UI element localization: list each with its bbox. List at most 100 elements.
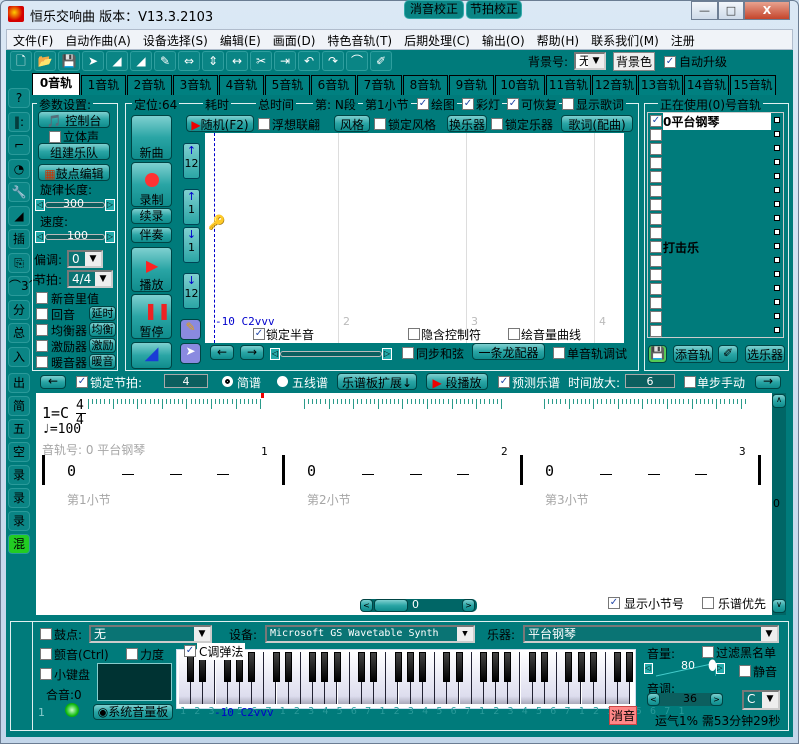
- draw-volume-checkbox[interactable]: [508, 328, 520, 340]
- beat-correct-button[interactable]: 节拍校正: [466, 0, 522, 19]
- shift-down-12-button[interactable]: ↓ 12: [183, 273, 200, 309]
- black-key[interactable]: [333, 652, 341, 682]
- score-vertical-scrollbar[interactable]: ∧ 0 ∨: [772, 393, 786, 615]
- auto-upgrade-checkbox[interactable]: ✓: [664, 56, 676, 68]
- black-key[interactable]: [541, 652, 548, 682]
- expand-score-button[interactable]: 乐谱板扩展↓: [337, 373, 417, 390]
- show-lyrics-checkbox[interactable]: [562, 98, 574, 110]
- slur-button[interactable]: ⌒: [346, 51, 368, 71]
- tab-track-12[interactable]: 12音轨: [592, 75, 637, 95]
- score-left-button[interactable]: ←: [40, 375, 66, 389]
- tab-track-0[interactable]: 0音轨: [32, 73, 80, 95]
- black-key[interactable]: [358, 652, 365, 682]
- sidebar-crescendo-button[interactable]: ◢: [8, 205, 30, 226]
- clear-track-button[interactable]: ✐: [718, 345, 738, 363]
- pitch-slider[interactable]: < 36 >: [647, 692, 723, 706]
- param-button-1[interactable]: 延时: [89, 306, 116, 321]
- black-key[interactable]: [321, 652, 329, 682]
- track-checkbox-15[interactable]: [650, 325, 662, 337]
- black-key[interactable]: [492, 652, 500, 682]
- param-button-3[interactable]: 激励: [89, 338, 116, 353]
- menu-item-6[interactable]: 后期处理(C): [398, 30, 476, 49]
- black-key[interactable]: [577, 652, 585, 682]
- close-button[interactable]: X: [744, 1, 790, 20]
- track-checkbox-7[interactable]: [650, 213, 662, 225]
- mute-correct-button[interactable]: 消音校正: [404, 0, 464, 19]
- filter-blacklist-checkbox[interactable]: [702, 646, 714, 658]
- time-zoom-spinner[interactable]: 6: [625, 374, 675, 388]
- menu-item-1[interactable]: 自动作曲(A): [59, 30, 137, 49]
- build-band-button[interactable]: 组建乐队: [38, 143, 110, 160]
- background-color-button[interactable]: 背景色: [613, 52, 656, 71]
- scroll-right-button[interactable]: >: [462, 599, 475, 612]
- insert-bar-button[interactable]: ⇥: [274, 51, 296, 71]
- param-check-3[interactable]: [36, 340, 48, 352]
- score-right-button[interactable]: →: [755, 375, 781, 389]
- sidebar-paste-button[interactable]: ⎘: [8, 252, 30, 273]
- sync-chord-checkbox[interactable]: [402, 347, 414, 359]
- imagine-checkbox[interactable]: [258, 118, 270, 130]
- red-pen-button[interactable]: ◢: [130, 51, 152, 71]
- track-checkbox-8[interactable]: [650, 227, 662, 239]
- shift-down-1-button[interactable]: ↓ 1: [183, 227, 200, 263]
- lock-style-checkbox[interactable]: [374, 118, 386, 130]
- beat-select[interactable]: 4/4 ▼: [67, 270, 113, 288]
- lock-beat-spinner[interactable]: 4: [164, 374, 208, 388]
- tab-track-7[interactable]: 7音轨: [357, 75, 402, 95]
- sidebar-split-button[interactable]: 分: [8, 299, 30, 320]
- continue-record-button[interactable]: 续录: [131, 208, 172, 224]
- tab-track-4[interactable]: 4音轨: [219, 75, 264, 95]
- sidebar-insert-button[interactable]: 插: [8, 229, 30, 249]
- tab-track-10[interactable]: 10音轨: [495, 75, 545, 95]
- tab-track-5[interactable]: 5音轨: [265, 75, 310, 95]
- lock-instrument-checkbox[interactable]: [491, 118, 503, 130]
- pencil-tool-button[interactable]: ✎: [180, 319, 201, 340]
- background-select[interactable]: 无 ▼: [574, 52, 606, 70]
- tab-track-2[interactable]: 2音轨: [127, 75, 172, 95]
- sidebar-empty-button[interactable]: 空: [8, 442, 30, 462]
- menu-item-8[interactable]: 帮助(H): [531, 30, 585, 49]
- stereo-checkbox[interactable]: [49, 131, 61, 143]
- black-key[interactable]: [565, 652, 573, 682]
- track-checkbox-4[interactable]: [650, 171, 662, 183]
- open-folder-button[interactable]: 📂: [34, 51, 56, 71]
- track-checkbox-6[interactable]: [650, 199, 662, 211]
- change-instrument-button[interactable]: 换乐器: [447, 115, 487, 132]
- console-button[interactable]: 🎵 控制台: [38, 111, 110, 128]
- drum-edit-button[interactable]: ▦鼓点编辑: [38, 164, 110, 181]
- cut-button[interactable]: ✂: [250, 51, 272, 71]
- param-check-1[interactable]: [36, 308, 48, 320]
- track-checkbox-9[interactable]: [650, 241, 662, 253]
- piano-roll-scroll-slider[interactable]: ◁ ▷: [270, 348, 392, 360]
- drum-select[interactable]: 无 ▼: [89, 625, 212, 643]
- black-key[interactable]: [406, 652, 414, 682]
- black-key[interactable]: [309, 652, 317, 682]
- hide-control-checkbox[interactable]: [408, 328, 420, 340]
- device-select[interactable]: Microsoft GS Wavetable Synth ▼: [265, 625, 475, 643]
- track-checkbox-10[interactable]: [650, 255, 662, 267]
- show-measure-checkbox[interactable]: ✓: [608, 597, 620, 609]
- menu-item-4[interactable]: 画面(D): [267, 30, 322, 49]
- menu-item-3[interactable]: 编辑(E): [214, 30, 267, 49]
- sidebar-help-button[interactable]: ?: [8, 88, 30, 108]
- mute-all-button[interactable]: 消音: [609, 706, 638, 725]
- black-key[interactable]: [528, 652, 536, 682]
- tab-track-1[interactable]: 1音轨: [81, 75, 126, 95]
- new-song-button[interactable]: 新曲: [131, 115, 172, 160]
- random-button[interactable]: ▶随机(F2): [186, 115, 254, 132]
- sidebar-wrench-button[interactable]: 🔧: [8, 182, 30, 202]
- save-track-button[interactable]: 💾: [648, 345, 667, 363]
- sidebar-triplet-button[interactable]: ⌒3⌒: [8, 276, 41, 296]
- jianpu-radio[interactable]: [222, 376, 233, 387]
- lights-checkbox[interactable]: ✓: [462, 98, 474, 110]
- undo-button[interactable]: ↶: [298, 51, 320, 71]
- save-button[interactable]: 💾: [58, 51, 80, 71]
- sidebar-rec-c-button[interactable]: 录C: [8, 511, 30, 546]
- shift-up-1-button[interactable]: ↑ 1: [183, 189, 200, 225]
- black-key[interactable]: [272, 652, 280, 682]
- black-key[interactable]: [480, 652, 487, 682]
- track-checkbox-12[interactable]: [650, 283, 662, 295]
- horizontal-move-button[interactable]: ⇔: [178, 51, 200, 71]
- score-panel[interactable]: 1=C 4 4 ♩=100 音轨号: 0 平台钢琴 0 1 第1小节 0 2 第2小节 0 3…: [36, 393, 772, 615]
- sidebar-rec-b-button[interactable]: 录B: [8, 488, 30, 523]
